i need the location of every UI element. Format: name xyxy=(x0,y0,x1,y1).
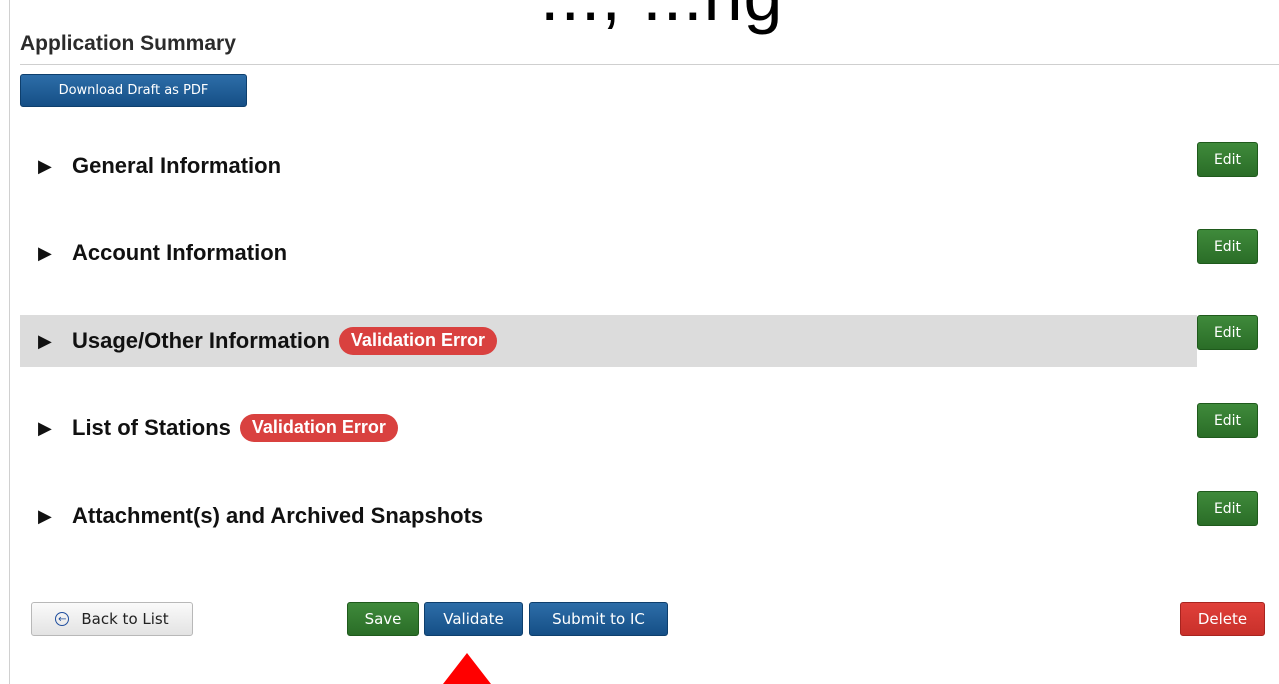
back-to-list-label: Back to List xyxy=(81,610,169,628)
circle-arrow-left-icon: ← xyxy=(55,612,70,626)
red-up-arrow-annotation xyxy=(443,653,491,684)
triangle-right-icon: ▶ xyxy=(38,242,52,263)
page-title: Application Summary xyxy=(20,32,236,55)
save-button[interactable]: Save xyxy=(347,602,419,636)
edit-account-information-button[interactable]: Edit xyxy=(1197,229,1258,264)
title-divider xyxy=(20,64,1279,65)
edit-list-of-stations-button[interactable]: Edit xyxy=(1197,403,1258,438)
section-account-information[interactable]: ▶ Account Information xyxy=(20,227,1197,279)
section-label: Account Information xyxy=(72,240,288,265)
section-label: Usage/Other Information xyxy=(72,328,330,353)
validation-error-badge: Validation Error xyxy=(338,327,497,355)
triangle-right-icon: ▶ xyxy=(38,330,52,351)
edit-attachments-button[interactable]: Edit xyxy=(1197,491,1258,526)
triangle-right-icon: ▶ xyxy=(38,155,52,176)
section-label: Attachment(s) and Archived Snapshots xyxy=(72,503,484,528)
left-border-line xyxy=(9,0,10,684)
edit-general-information-button[interactable]: Edit xyxy=(1197,142,1258,177)
back-to-list-button[interactable]: ← Back to List xyxy=(31,602,193,636)
section-label: General Information xyxy=(72,153,282,178)
section-general-information[interactable]: ▶ General Information xyxy=(20,140,1197,192)
triangle-right-icon: ▶ xyxy=(38,505,52,526)
section-attachments-archived-snapshots[interactable]: ▶ Attachment(s) and Archived Snapshots xyxy=(20,490,1197,542)
section-list-of-stations[interactable]: ▶ List of Stations Validation Error xyxy=(20,402,1197,454)
download-draft-pdf-button[interactable]: Download Draft as PDF xyxy=(20,74,247,107)
delete-button[interactable]: Delete xyxy=(1180,602,1265,636)
validate-button[interactable]: Validate xyxy=(424,602,523,636)
validation-error-badge: Validation Error xyxy=(239,414,398,442)
edit-usage-other-information-button[interactable]: Edit xyxy=(1197,315,1258,350)
triangle-right-icon: ▶ xyxy=(38,417,52,438)
submit-to-ic-button[interactable]: Submit to IC xyxy=(529,602,668,636)
section-label: List of Stations xyxy=(72,415,231,440)
section-usage-other-information[interactable]: ▶ Usage/Other Information Validation Err… xyxy=(20,315,1197,367)
cropped-heading-text: ..., ...ng xyxy=(540,0,783,36)
